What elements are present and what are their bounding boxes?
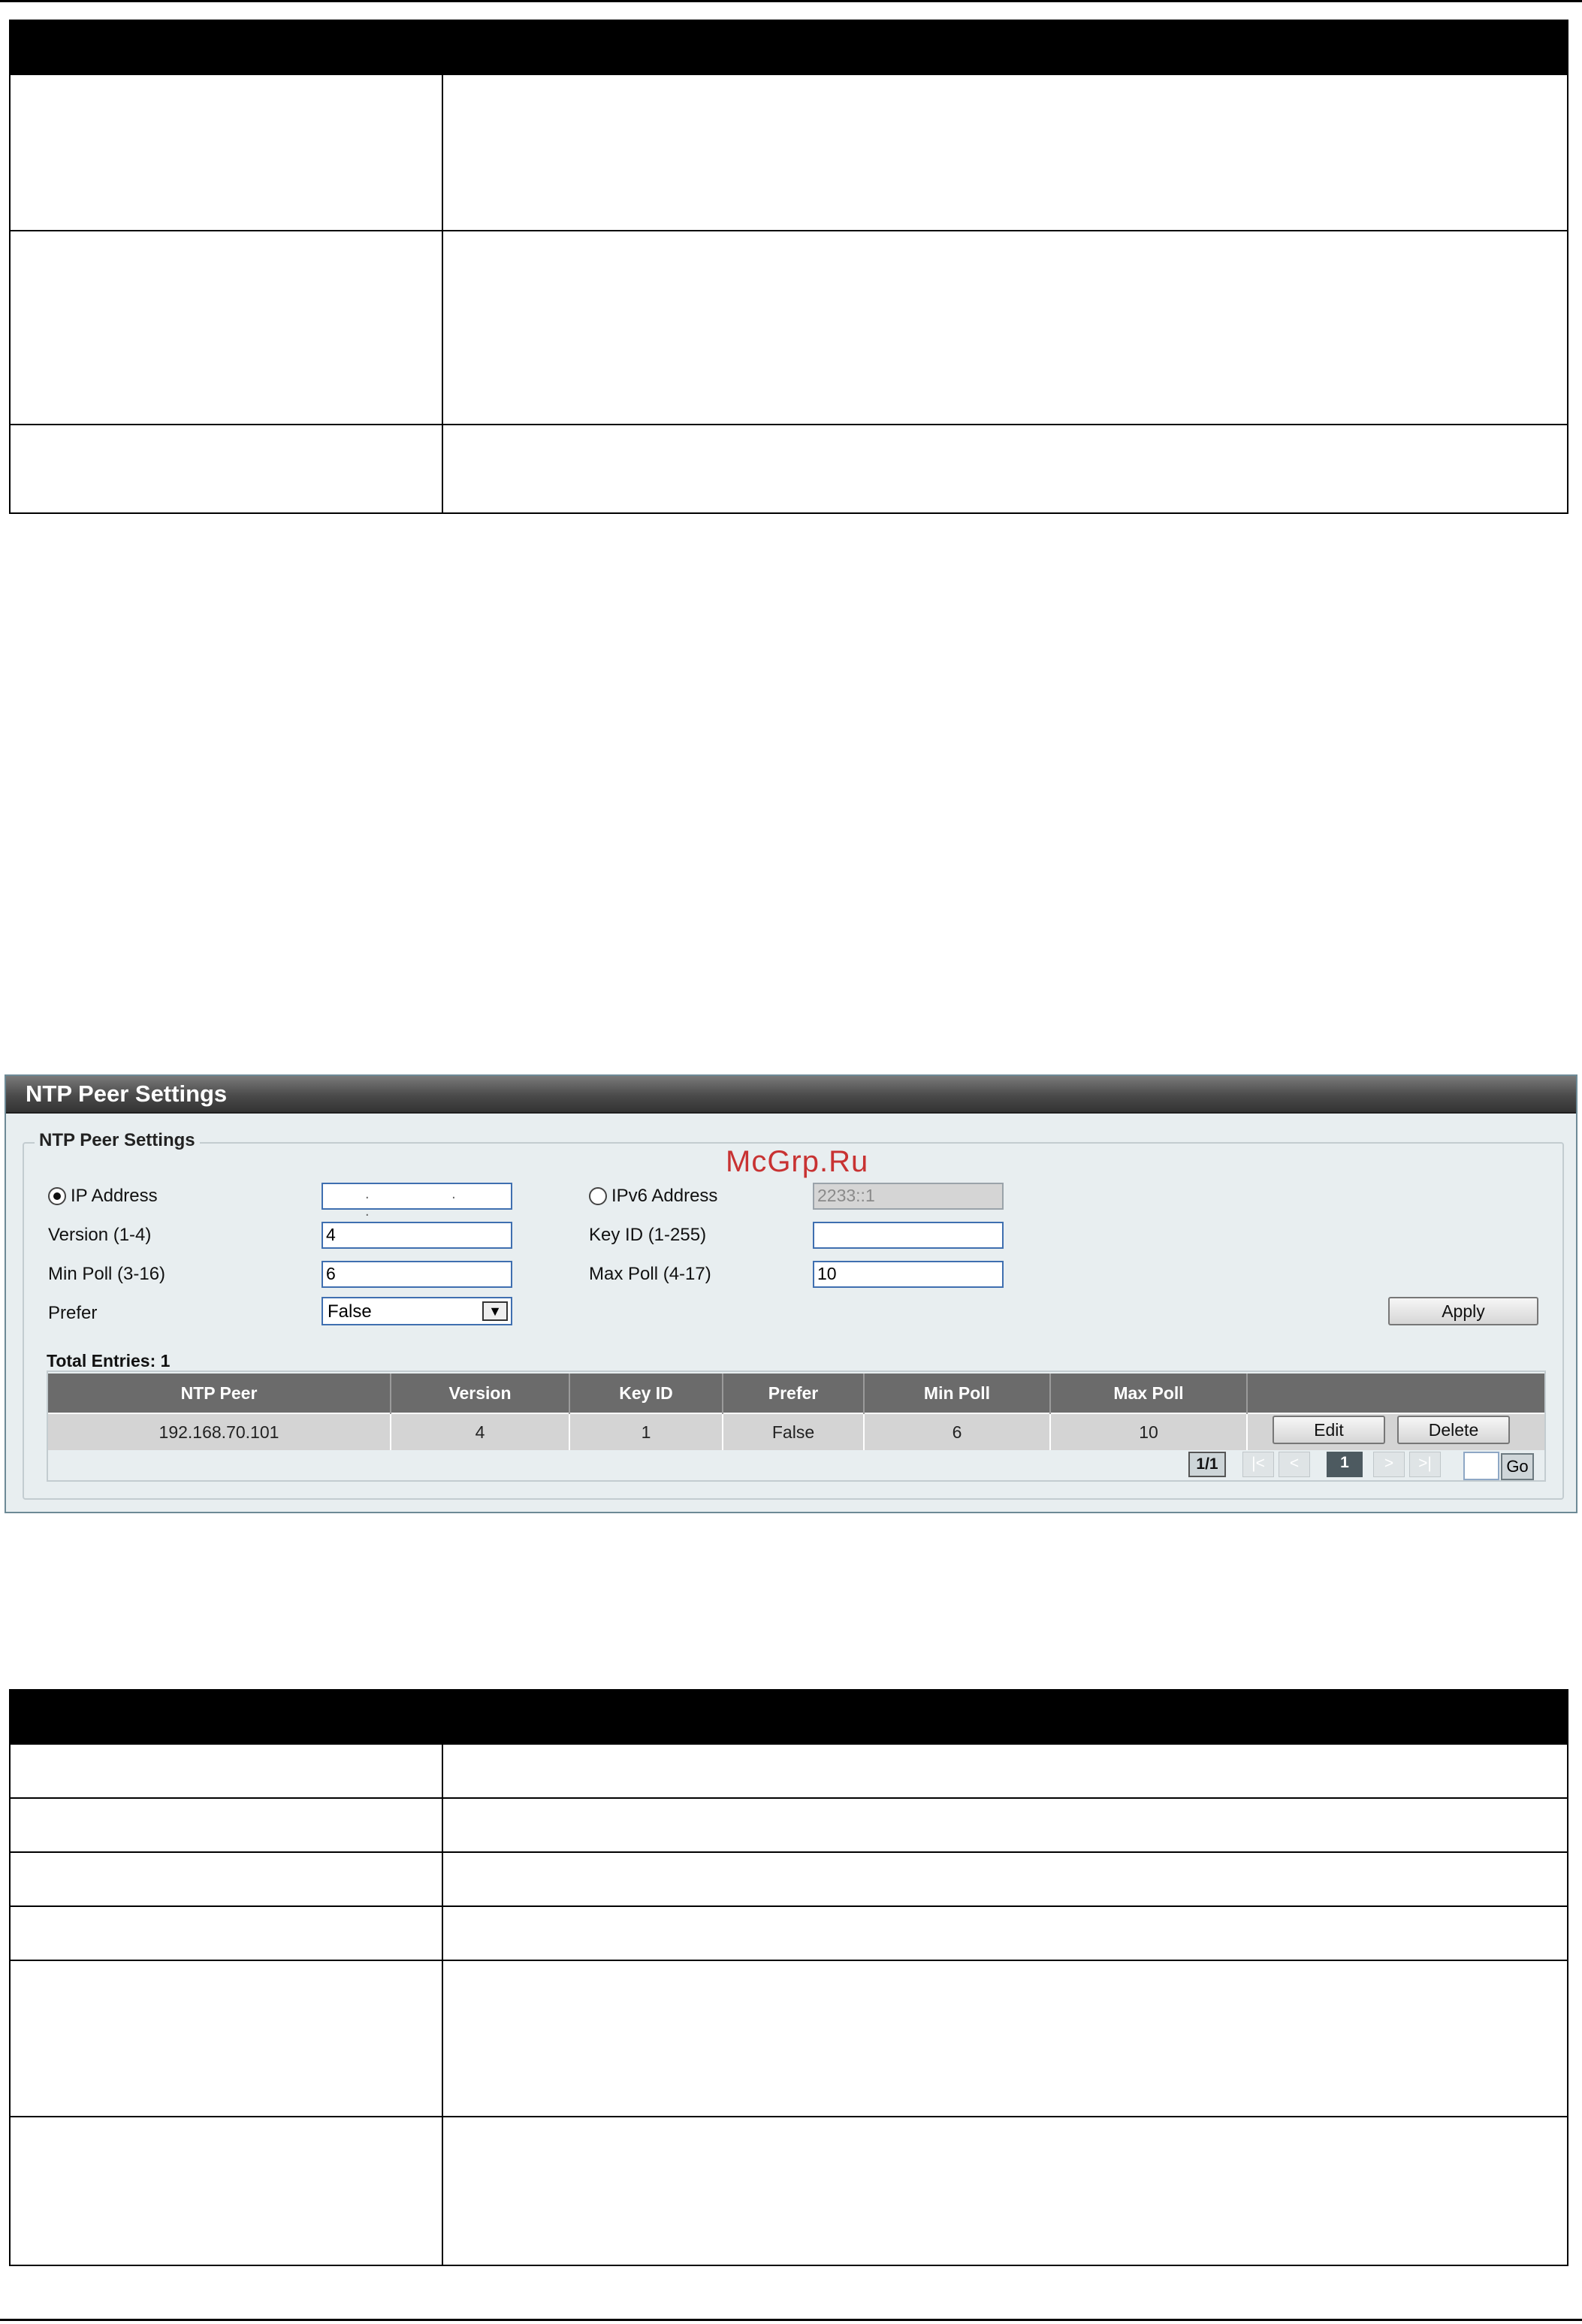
bottom-rule bbox=[0, 2319, 1582, 2321]
table-row bbox=[9, 1851, 1568, 1907]
first-page-button[interactable]: |< bbox=[1242, 1452, 1274, 1477]
parameter-table-top bbox=[9, 20, 1568, 514]
min-poll-input[interactable]: 6 bbox=[322, 1261, 512, 1288]
table-row bbox=[9, 2116, 1568, 2266]
ip-address-input[interactable]: . . . bbox=[322, 1183, 512, 1219]
max-poll-label: Max Poll (4-17) bbox=[589, 1264, 711, 1284]
table-row bbox=[9, 230, 1568, 425]
prefer-label: Prefer bbox=[48, 1303, 98, 1323]
table-row bbox=[9, 1905, 1568, 1961]
chevron-down-icon[interactable]: ▼ bbox=[482, 1301, 508, 1321]
apply-button[interactable]: Apply bbox=[1388, 1297, 1538, 1325]
ip-address-radio[interactable] bbox=[48, 1187, 66, 1205]
min-poll-label: Min Poll (3-16) bbox=[48, 1264, 166, 1284]
max-poll-input[interactable]: 10 bbox=[813, 1261, 1004, 1288]
table-row bbox=[9, 424, 1568, 514]
ip-address-label: IP Address bbox=[71, 1186, 158, 1206]
edit-button[interactable]: Edit bbox=[1273, 1416, 1385, 1444]
top-rule bbox=[0, 0, 1582, 2]
table-row bbox=[9, 1743, 1568, 1799]
column-header: Version bbox=[391, 1374, 570, 1413]
ipv6-address-label: IPv6 Address bbox=[611, 1186, 718, 1206]
column-header bbox=[1247, 1374, 1544, 1413]
cell-min-poll: 6 bbox=[864, 1413, 1051, 1450]
fieldset-legend: NTP Peer Settings bbox=[35, 1130, 200, 1151]
version-label: Version (1-4) bbox=[48, 1225, 152, 1245]
prefer-select[interactable]: False ▼ bbox=[322, 1297, 512, 1325]
panel-header: NTP Peer Settings bbox=[6, 1076, 1576, 1114]
column-header: Prefer bbox=[723, 1374, 865, 1413]
cell-key-id: 1 bbox=[569, 1413, 723, 1450]
table-header-row bbox=[9, 20, 1568, 75]
current-page-button[interactable]: 1 bbox=[1327, 1452, 1363, 1477]
ntp-peer-settings-panel: NTP Peer Settings NTP Peer Settings McGr… bbox=[5, 1074, 1577, 1513]
table-header-row: NTP Peer Version Key ID Prefer Min Poll … bbox=[48, 1374, 1544, 1413]
delete-button[interactable]: Delete bbox=[1397, 1416, 1510, 1444]
cell-max-poll: 10 bbox=[1050, 1413, 1248, 1450]
table-header-row bbox=[9, 1689, 1568, 1745]
last-page-button[interactable]: >| bbox=[1409, 1452, 1441, 1477]
next-page-button[interactable]: > bbox=[1373, 1452, 1405, 1477]
page-info: 1/1 bbox=[1188, 1452, 1226, 1477]
column-header: Max Poll bbox=[1050, 1374, 1248, 1413]
key-id-input[interactable] bbox=[813, 1222, 1004, 1249]
key-id-label: Key ID (1-255) bbox=[589, 1225, 707, 1245]
prefer-selected-value: False bbox=[328, 1301, 372, 1322]
go-button[interactable]: Go bbox=[1501, 1453, 1534, 1480]
version-input[interactable]: 4 bbox=[322, 1222, 512, 1249]
table-row bbox=[9, 1960, 1568, 2117]
ipv6-address-input[interactable]: 2233::1 bbox=[813, 1183, 1004, 1210]
table-row bbox=[9, 1797, 1568, 1853]
cell-prefer: False bbox=[723, 1413, 865, 1450]
column-header: NTP Peer bbox=[48, 1374, 391, 1413]
cell-version: 4 bbox=[391, 1413, 570, 1450]
column-header: Min Poll bbox=[864, 1374, 1051, 1413]
column-header: Key ID bbox=[569, 1374, 723, 1413]
ipv6-address-radio[interactable] bbox=[589, 1187, 607, 1205]
total-entries: Total Entries: 1 bbox=[47, 1351, 171, 1371]
table-row bbox=[9, 74, 1568, 231]
watermark: McGrp.Ru bbox=[726, 1145, 869, 1178]
prev-page-button[interactable]: < bbox=[1279, 1452, 1310, 1477]
page-number-input[interactable] bbox=[1463, 1452, 1499, 1480]
ip-address-value: . . . bbox=[365, 1186, 495, 1219]
parameter-table-bottom bbox=[9, 1689, 1568, 2266]
panel-title: NTP Peer Settings bbox=[26, 1080, 228, 1107]
radio-selected-dot bbox=[53, 1192, 61, 1200]
cell-ntp-peer: 192.168.70.101 bbox=[48, 1413, 391, 1450]
